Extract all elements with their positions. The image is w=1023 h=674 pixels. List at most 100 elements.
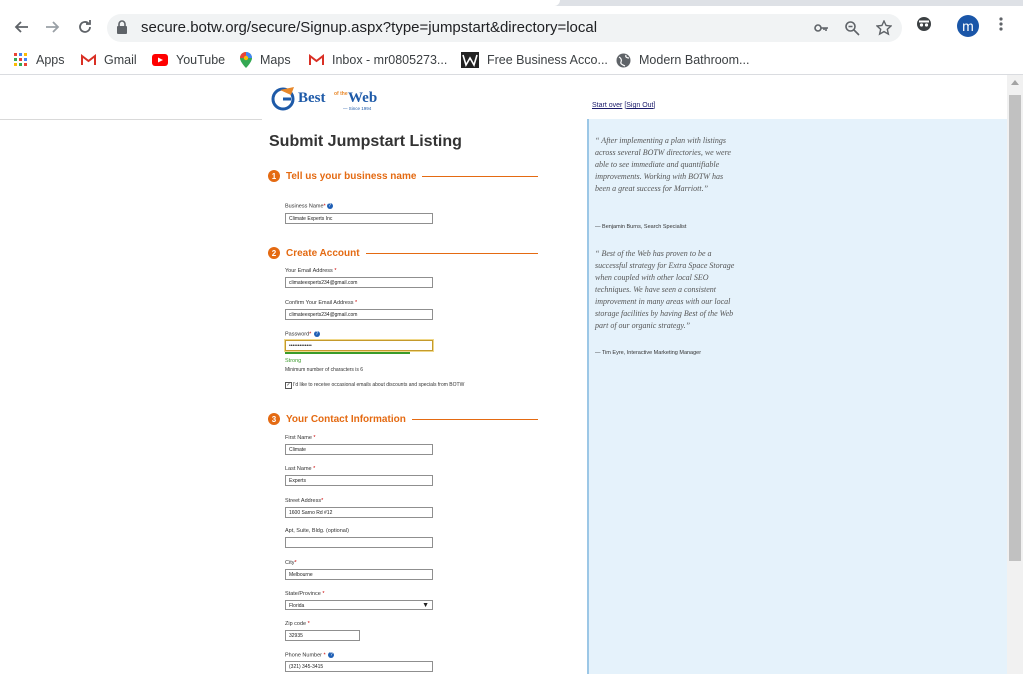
- newsletter-checkbox[interactable]: ✓: [285, 382, 292, 389]
- scrollbar-thumb[interactable]: [1009, 95, 1021, 561]
- first-name-input[interactable]: Climate: [285, 444, 433, 455]
- apt-input[interactable]: [285, 537, 433, 548]
- start-over-link[interactable]: Start over: [592, 102, 622, 109]
- select-value: Florida: [289, 603, 305, 609]
- scroll-up-arrow-icon[interactable]: [1011, 80, 1019, 85]
- password-label: Password* ?: [285, 331, 320, 337]
- bookmark-modern-bathroom[interactable]: Modern Bathroom...: [616, 50, 749, 70]
- business-name-label: Business Name*?: [285, 203, 333, 209]
- botw-logo[interactable]: Best of the Web — Since 1994: [271, 84, 386, 114]
- required-mark: *: [313, 435, 316, 441]
- bookmark-maps[interactable]: Maps: [240, 50, 291, 70]
- bookmark-apps[interactable]: Apps: [14, 50, 65, 70]
- label-text: Your Email Address: [285, 268, 333, 274]
- gmail-icon: [309, 54, 324, 65]
- top-nav: Start over [Sign Out]: [592, 102, 655, 109]
- section-title: Create Account: [286, 247, 360, 259]
- address-bar[interactable]: secure.botw.org/secure/Signup.aspx?type=…: [107, 14, 902, 42]
- last-name-input[interactable]: Experts: [285, 475, 433, 486]
- section-title: Tell us your business name: [286, 170, 417, 182]
- section-rule: [365, 252, 538, 254]
- required-mark: *: [323, 652, 326, 659]
- state-select[interactable]: Florida ▼: [285, 600, 433, 610]
- logo-text-web: Web: [348, 90, 378, 106]
- nav-bracket: ]: [653, 102, 656, 109]
- label-text: Street Address: [285, 498, 322, 504]
- required-mark: *: [355, 300, 358, 306]
- logo-text-ofthe: of the: [334, 91, 348, 97]
- label-text: Business Name: [285, 203, 324, 210]
- back-arrow-icon: [14, 21, 28, 33]
- password-input[interactable]: •••••••••••••: [285, 340, 433, 351]
- label-text: First Name: [285, 435, 312, 441]
- bookmark-label: Maps: [260, 53, 291, 67]
- bookmark-label: YouTube: [176, 53, 226, 67]
- bookmark-label: Free Business Acco...: [487, 53, 608, 67]
- zoom-icon[interactable]: [844, 20, 860, 36]
- bookmark-youtube[interactable]: YouTube: [152, 50, 225, 70]
- lock-icon: [117, 20, 127, 34]
- url-text: secure.botw.org/secure/Signup.aspx?type=…: [141, 19, 598, 36]
- bookmark-label: Gmail: [104, 53, 137, 67]
- help-icon[interactable]: ?: [313, 331, 320, 337]
- required-mark: *: [309, 331, 312, 338]
- section-rule: [411, 418, 538, 420]
- first-name-label: First Name *: [285, 435, 316, 441]
- confirm-email-label: Confirm Your Email Address *: [285, 300, 357, 306]
- password-hint: Minimum number of characters is 6: [285, 367, 364, 373]
- help-icon[interactable]: ?: [328, 652, 335, 658]
- required-mark: *: [321, 498, 324, 504]
- apps-grid-icon: [14, 53, 27, 66]
- required-mark: *: [322, 591, 325, 597]
- forward-button[interactable]: [41, 15, 65, 39]
- step-number: 2: [268, 247, 280, 259]
- reload-icon: [79, 20, 91, 33]
- city-input[interactable]: Melbourne: [285, 569, 433, 580]
- section-header-account: 2 Create Account: [268, 246, 538, 260]
- youtube-icon: [152, 54, 168, 66]
- w-logo-icon: [461, 52, 479, 68]
- star-icon[interactable]: [876, 20, 892, 36]
- phone-label: Phone Number * ?: [285, 652, 335, 659]
- last-name-label: Last Name *: [285, 466, 315, 472]
- street-input[interactable]: 1600 Sarno Rd #12: [285, 507, 433, 518]
- state-label: State/Province *: [285, 591, 324, 597]
- bookmark-gmail[interactable]: Gmail: [81, 50, 137, 70]
- apt-label: Apt, Suite, Bldg. (optional): [285, 528, 349, 534]
- profile-avatar[interactable]: m: [957, 15, 979, 37]
- key-icon[interactable]: [813, 20, 829, 36]
- label-text: Phone Number: [285, 652, 322, 659]
- confirm-email-input[interactable]: climateexperts234@gmail.com: [285, 309, 433, 320]
- menu-kebab-icon[interactable]: [996, 16, 1006, 32]
- phone-input[interactable]: (321) 345-3415: [285, 661, 433, 672]
- page-title: Submit Jumpstart Listing: [269, 133, 462, 150]
- bookmark-label: Inbox - mr0805273...: [332, 53, 448, 67]
- incognito-extension-icon[interactable]: [916, 16, 932, 32]
- bookmark-free-business[interactable]: Free Business Acco...: [461, 50, 608, 70]
- zip-label: Zip code *: [285, 621, 310, 627]
- bookmark-label: Modern Bathroom...: [639, 53, 750, 67]
- testimonial-author: — Benjamin Burns, Search Specialist: [595, 224, 687, 230]
- newsletter-label: I'd like to receive occasional emails ab…: [293, 382, 465, 388]
- label-text: Password: [285, 331, 310, 338]
- section-header-business: 1 Tell us your business name: [268, 169, 538, 183]
- required-mark: *: [294, 560, 297, 566]
- globe-icon: [616, 53, 631, 67]
- zip-input[interactable]: 32935: [285, 630, 360, 641]
- help-icon[interactable]: ?: [326, 203, 333, 209]
- required-mark: *: [313, 466, 316, 472]
- label-text: State/Province: [285, 591, 321, 597]
- required-mark: *: [323, 203, 326, 210]
- email-input[interactable]: climateexperts234@gmail.com: [285, 277, 433, 288]
- page-scrollbar[interactable]: [1007, 75, 1023, 674]
- section-header-contact: 3 Your Contact Information: [268, 412, 538, 426]
- bookmark-inbox[interactable]: Inbox - mr0805273...: [309, 50, 447, 70]
- gmail-icon: [81, 54, 96, 65]
- back-button[interactable]: [9, 15, 33, 39]
- reload-button[interactable]: [73, 15, 97, 39]
- business-name-input[interactable]: Climate Experts Inc: [285, 213, 433, 224]
- testimonial-sidebar: “ After implementing a plan with listing…: [587, 119, 1007, 674]
- sign-out-link[interactable]: Sign Out: [626, 102, 653, 109]
- label-text: Confirm Your Email Address: [285, 300, 354, 306]
- web-page: Best of the Web — Since 1994 Start over …: [0, 75, 1007, 674]
